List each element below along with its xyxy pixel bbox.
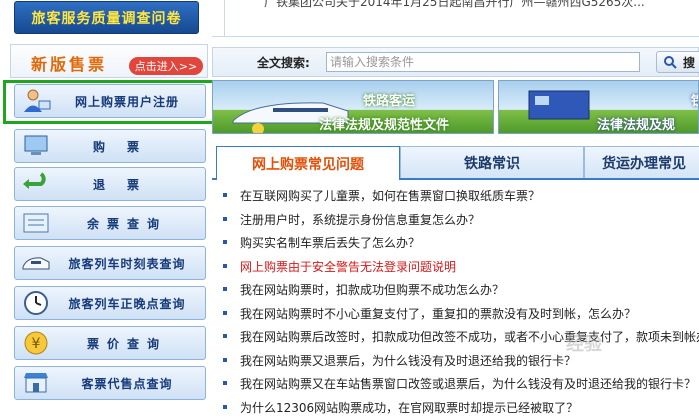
bullet-icon: [223, 358, 227, 362]
enter-new-ticket-button[interactable]: 点击进入>>: [129, 57, 203, 75]
faq-link[interactable]: 我在网站购票时不小心重复支付了，重复扣的票款没有及时到帐，怎么办？: [240, 305, 636, 322]
search-icon: [663, 55, 677, 69]
list-item[interactable]: 我在网站购票又退票后，为什么钱没有及时退还给我的银行卡？: [220, 349, 699, 373]
menu-item-buy[interactable]: 购票: [14, 129, 206, 163]
computer-icon: [21, 133, 51, 159]
list-item[interactable]: 注册用户时，系统提示身份信息重复怎么办？: [220, 208, 699, 232]
yen-icon: ¥: [21, 330, 51, 356]
menu-label: 客票代售点查询: [55, 367, 199, 399]
return-arrow-icon: [21, 171, 51, 197]
train-icon: [21, 250, 51, 276]
menu-item-remaining[interactable]: 余票查询: [14, 206, 206, 240]
watermark: 经验: [566, 330, 602, 356]
banner-title: 法律法规及规范性文件: [319, 114, 449, 133]
menu-label: 退票: [55, 168, 199, 200]
search-input[interactable]: [326, 52, 640, 72]
new-ticket-box: 新版售票 点击进入>>: [10, 44, 208, 78]
survey-banner[interactable]: 旅客服务质量调查问卷: [14, 1, 199, 34]
sidebar: 旅客服务质量调查问卷 新版售票 点击进入>> 网上购票用户注册 购票 退票: [0, 0, 210, 410]
list-item[interactable]: 购买实名制车票后丢失了怎么办？: [220, 231, 699, 255]
banner-tag: 铁: [691, 90, 699, 109]
list-item[interactable]: 我在网站购票后改签时，扣款成功但改签不成功，或者不小心重复支付了，款项未到帐办？: [220, 325, 699, 349]
menu-item-timetable[interactable]: 旅客列车时刻表查询: [14, 246, 206, 280]
shop-icon: [21, 370, 51, 396]
new-ticket-title: 新版售票: [31, 51, 107, 75]
bullet-icon: [223, 217, 227, 221]
faq-link[interactable]: 购买实名制车票后丢失了怎么办？: [240, 234, 420, 251]
highlight-box: [3, 80, 215, 124]
search-button-label: 搜: [683, 54, 695, 71]
menu-item-ontime[interactable]: 旅客列车正晚点查询: [14, 286, 206, 320]
menu-label: 旅客列车正晚点查询: [55, 287, 199, 319]
bullet-icon: [223, 193, 227, 197]
menu-item-price[interactable]: ¥ 票价查询: [14, 326, 206, 360]
tab-bar: 网上购票常见问题 铁路常识 货运办理常见: [212, 146, 699, 180]
tab-online-ticket-faq[interactable]: 网上购票常见问题: [216, 146, 400, 180]
faq-link[interactable]: 在互联网购买了儿童票，如何在售票窗口换取纸质车票？: [240, 187, 540, 204]
list-item[interactable]: 在互联网购买了儿童票，如何在售票窗口换取纸质车票？: [220, 184, 699, 208]
banner-tag: 铁路客运: [363, 90, 415, 109]
faq-link[interactable]: 我在网站购票时，扣款成功但购票不成功怎么办？: [240, 281, 504, 298]
faq-link-alert[interactable]: 网上购票由于安全警告无法登录问题说明: [240, 258, 456, 275]
faq-link[interactable]: 为什么12306网站购票成功，在官网取票时却提示已经被取了？: [240, 399, 578, 416]
bullet-icon: [223, 381, 227, 385]
svg-text:¥: ¥: [32, 336, 41, 352]
list-item[interactable]: 我在网站购票时，扣款成功但购票不成功怎么办？: [220, 278, 699, 302]
list-item[interactable]: 我在网站购票时不小心重复支付了，重复扣的票款没有及时到帐，怎么办？: [220, 302, 699, 326]
faq-list: 在互联网购买了儿童票，如何在售票窗口换取纸质车票？ 注册用户时，系统提示身份信息…: [220, 184, 699, 419]
faq-link[interactable]: 注册用户时，系统提示身份信息重复怎么办？: [240, 211, 480, 228]
divider: [224, 0, 225, 36]
clock-icon: [21, 290, 51, 316]
bullet-icon: [223, 264, 227, 268]
search-button[interactable]: 搜: [656, 51, 699, 73]
menu-item-refund[interactable]: 退票: [14, 167, 206, 201]
bullet-icon: [223, 405, 227, 409]
banner-title: 法律法规及规: [597, 114, 675, 133]
list-item[interactable]: 网上购票由于安全警告无法登录问题说明: [220, 255, 699, 279]
tab-freight-faq[interactable]: 货运办理常见: [584, 146, 699, 178]
news-ticker: 广铁集团公司关于2014年1月25日起南昌开行广州—赣州西G5265次...: [212, 0, 699, 37]
banner-regulations-2[interactable]: 铁 法律法规及规: [498, 80, 699, 134]
bullet-icon: [223, 311, 227, 315]
tab-railway-knowledge[interactable]: 铁路常识: [400, 146, 584, 178]
ticker-text[interactable]: 广铁集团公司关于2014年1月25日起南昌开行广州—赣州西G5265次...: [264, 0, 645, 10]
faq-link[interactable]: 我在网站购票又在车站售票窗口改签或退票后，为什么钱没有及时退还给我的银行卡？: [240, 375, 696, 392]
menu-item-agency[interactable]: 客票代售点查询: [14, 366, 206, 400]
menu-label: 票价查询: [55, 327, 199, 359]
bullet-icon: [223, 287, 227, 291]
bullet-icon: [223, 334, 227, 338]
search-label: 全文搜索:: [257, 54, 310, 71]
menu-label: 余票查询: [55, 207, 199, 239]
faq-link[interactable]: 我在网站购票又退票后，为什么钱没有及时退还给我的银行卡？: [240, 352, 576, 369]
ticket-list-icon: [21, 210, 51, 236]
faq-link[interactable]: 我在网站购票后改签时，扣款成功但改签不成功，或者不小心重复支付了，款项未到帐办？: [240, 328, 699, 345]
list-item[interactable]: 为什么12306网站购票成功，在官网取票时却提示已经被取了？: [220, 396, 699, 419]
menu-label: 购票: [55, 130, 199, 162]
bullet-icon: [223, 240, 227, 244]
menu-label: 旅客列车时刻表查询: [55, 247, 199, 279]
main-content: 广铁集团公司关于2014年1月25日起南昌开行广州—赣州西G5265次... 全…: [212, 0, 699, 410]
banner-regulations[interactable]: 铁路客运 法律法规及规范性文件: [212, 80, 494, 134]
search-bar: 全文搜索: 搜: [212, 47, 699, 77]
list-item[interactable]: 我在网站购票又在车站售票窗口改签或退票后，为什么钱没有及时退还给我的银行卡？: [220, 372, 699, 396]
